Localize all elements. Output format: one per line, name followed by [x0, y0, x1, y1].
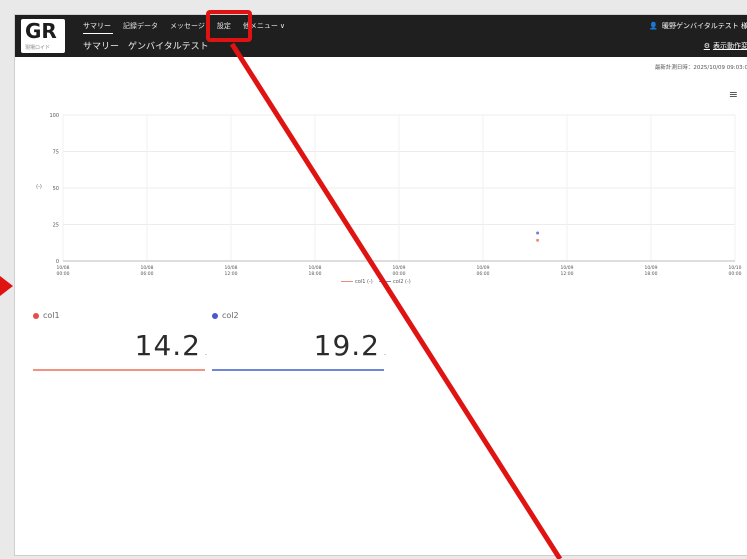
last-updated-text: 最新計測日時：2025/10/09 09:03:0 — [654, 65, 747, 71]
x-tick-label: 10/10 — [729, 265, 742, 271]
legend-item-col1[interactable]: col1 (-) — [341, 279, 373, 285]
sensor-card-col1[interactable]: col1 14.2 - — [33, 311, 207, 375]
status-dot-icon — [33, 312, 39, 319]
legend-swatch-col1 — [341, 281, 353, 282]
x-tick-label: 12:00 — [225, 271, 238, 277]
card-header: col1 — [33, 311, 60, 320]
x-tick-label: 06:00 — [141, 271, 154, 277]
card-label: col1 — [43, 311, 60, 320]
x-tick-label: 10/09 — [393, 265, 406, 271]
card-underline — [212, 369, 384, 371]
nav-messages[interactable]: メッセージ — [170, 21, 205, 35]
gear-icon: ⚙ — [703, 42, 710, 50]
y-tick-label: 100 — [49, 113, 59, 119]
user-name: 暖野ゲンバイタルテスト 様 — [662, 22, 747, 30]
chart-menu-icon[interactable]: ≡ — [729, 88, 738, 101]
app-window: GR 現場ロイド サマリー 記録データ メッセージ 設定 他メニュー ∨ サマリー… — [14, 14, 747, 556]
active-tab-underline — [83, 33, 113, 34]
line-chart: 0 25 50 75 100 10/08 00:00 10/08 06:00 10/08 12:00… — [33, 103, 745, 303]
y-tick-label: 75 — [53, 150, 59, 156]
chevron-down-icon: ∨ — [279, 22, 285, 30]
display-settings-label: 表示動作変 — [713, 42, 747, 50]
sensor-card-col2[interactable]: col2 19.2 - — [212, 311, 386, 375]
y-tick-label: 0 — [56, 259, 59, 265]
x-tick-label: 10/08 — [309, 265, 322, 271]
card-value: 14.2 — [134, 329, 201, 362]
card-unit: - — [204, 351, 207, 358]
card-label: col2 — [222, 311, 239, 320]
x-tick-label: 10/08 — [225, 265, 238, 271]
x-tick-label: 12:00 — [561, 271, 574, 277]
user-menu[interactable]: 👤 暖野ゲンバイタルテスト 様 — [649, 21, 747, 31]
x-tick-label: 10/08 — [57, 265, 70, 271]
data-point-col1 — [536, 238, 540, 242]
user-icon: 👤 — [649, 22, 659, 30]
legend-label-col1: col1 (-) — [355, 279, 373, 285]
card-underline — [33, 369, 205, 371]
y-tick-label: 50 — [53, 186, 59, 192]
top-navigation-bar: GR 現場ロイド サマリー 記録データ メッセージ 設定 他メニュー ∨ サマリー… — [15, 15, 747, 57]
x-tick-label: 18:00 — [309, 271, 322, 277]
x-tick-label: 10/09 — [477, 265, 490, 271]
legend-item-col2[interactable]: col2 (-) — [379, 279, 411, 285]
page-title: サマリー ゲンバイタルテスト — [83, 42, 209, 52]
chart-svg: 025507510010/0800:0010/0806:0010/0812:00… — [36, 113, 742, 277]
card-header: col2 — [212, 311, 239, 320]
display-settings-link[interactable]: ⚙ 表示動作変 — [704, 41, 747, 51]
card-value: 19.2 — [313, 329, 380, 362]
app-logo[interactable]: GR 現場ロイド — [21, 19, 65, 53]
x-tick-label: 06:00 — [477, 271, 490, 277]
x-tick-label: 00:00 — [729, 271, 742, 277]
x-tick-label: 10/08 — [141, 265, 154, 271]
y-axis-label: (-) — [36, 184, 42, 190]
x-tick-label: 00:00 — [57, 271, 70, 277]
annotation-arrow-head-left — [0, 276, 13, 296]
data-point-col2 — [536, 231, 540, 235]
logo-text: GR — [25, 19, 57, 43]
legend-swatch-col2 — [379, 281, 392, 282]
status-dot-icon — [212, 312, 218, 319]
legend-label-col2: col2 (-) — [393, 279, 411, 285]
chart-legend: col1 (-) col2 (-) — [341, 279, 411, 285]
x-tick-label: 00:00 — [393, 271, 406, 277]
main-nav: サマリー 記録データ メッセージ 設定 他メニュー ∨ — [83, 21, 297, 35]
x-tick-label: 10/09 — [561, 265, 574, 271]
highlight-box-settings — [206, 10, 252, 42]
x-tick-label: 10/09 — [645, 265, 658, 271]
nav-recorded-data[interactable]: 記録データ — [123, 21, 158, 35]
card-unit: - — [383, 351, 386, 358]
logo-subtitle: 現場ロイド — [25, 45, 51, 51]
x-tick-label: 18:00 — [645, 271, 658, 277]
y-tick-label: 25 — [53, 223, 59, 229]
